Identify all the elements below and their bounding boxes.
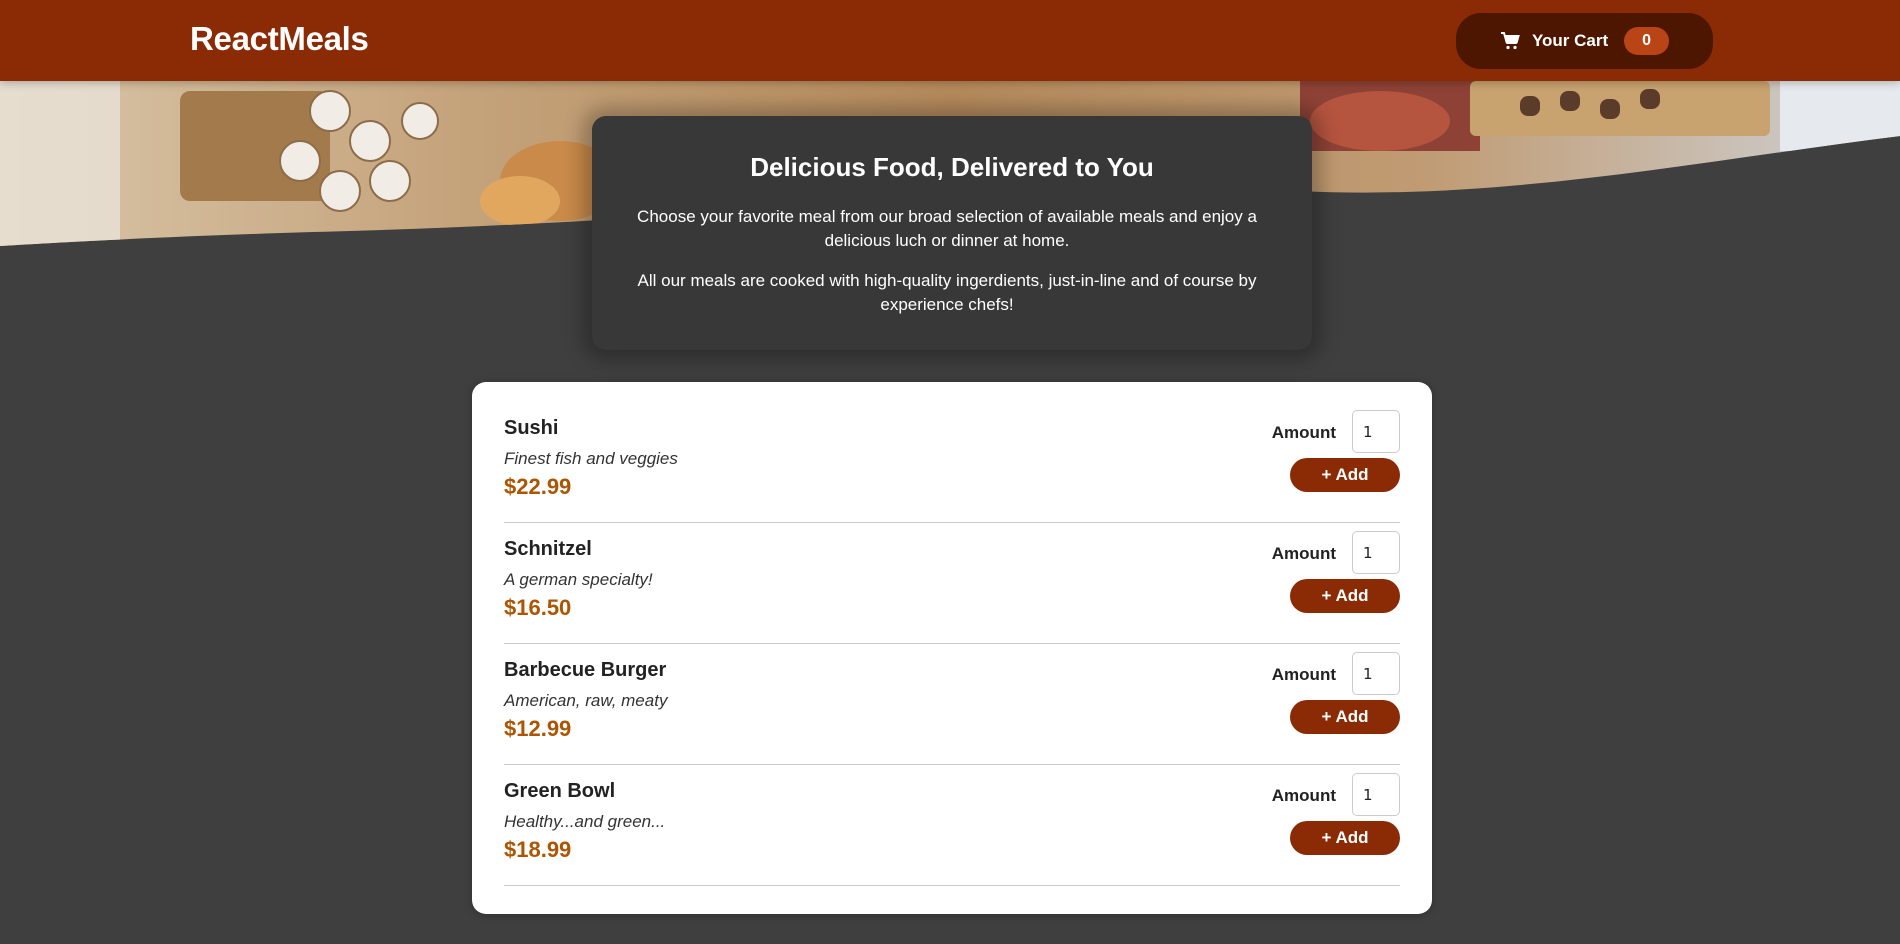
amount-label: Amount xyxy=(1271,544,1336,563)
meal-price: $22.99 xyxy=(504,474,572,499)
meal-price: $12.99 xyxy=(504,716,572,741)
add-to-cart-button[interactable]: + Add xyxy=(1290,579,1400,613)
meal-description: Finest fish and veggies xyxy=(504,449,678,468)
summary-title: Delicious Food, Delivered to You xyxy=(750,152,1154,182)
amount-label: Amount xyxy=(1271,786,1336,805)
meal-item: Sushi Finest fish and veggies $22.99 Amo… xyxy=(504,402,1400,523)
summary-card: Delicious Food, Delivered to You Choose … xyxy=(592,116,1312,350)
meal-description: American, raw, meaty xyxy=(504,691,668,710)
amount-input[interactable] xyxy=(1352,531,1400,574)
meal-name: Sushi xyxy=(504,417,559,439)
amount-input[interactable] xyxy=(1352,410,1400,453)
meal-item: Schnitzel A german specialty! $16.50 Amo… xyxy=(504,523,1400,644)
add-to-cart-button[interactable]: + Add xyxy=(1290,821,1400,855)
meal-price: $18.99 xyxy=(504,837,572,862)
meal-description: A german specialty! xyxy=(504,570,653,589)
amount-label: Amount xyxy=(1271,423,1336,442)
meal-item: Green Bowl Healthy...and green... $18.99… xyxy=(504,765,1400,886)
amount-input[interactable] xyxy=(1352,773,1400,816)
add-to-cart-button[interactable]: + Add xyxy=(1290,458,1400,492)
cart-count-badge: 0 xyxy=(1624,27,1670,55)
meal-name: Schnitzel xyxy=(504,538,592,560)
amount-input[interactable] xyxy=(1352,652,1400,695)
summary-paragraph-2: All our meals are cooked with high-quali… xyxy=(637,271,1257,314)
summary-paragraph-1: Choose your favorite meal from our broad… xyxy=(637,207,1257,250)
app-logo: ReactMeals xyxy=(190,20,369,57)
cart-label: Your Cart xyxy=(1531,31,1609,50)
cart-icon xyxy=(1500,31,1520,51)
app-header: ReactMeals Your Cart 0 xyxy=(0,0,1900,81)
meal-name: Barbecue Burger xyxy=(504,659,667,681)
meal-item: Barbecue Burger American, raw, meaty $12… xyxy=(504,644,1400,765)
cart-button[interactable]: Your Cart 0 xyxy=(1456,13,1713,69)
meal-price: $16.50 xyxy=(504,595,572,620)
add-to-cart-button[interactable]: + Add xyxy=(1290,700,1400,734)
meal-name: Green Bowl xyxy=(504,780,616,802)
meal-description: Healthy...and green... xyxy=(504,812,666,831)
meals-list: Sushi Finest fish and veggies $22.99 Amo… xyxy=(472,382,1432,914)
amount-label: Amount xyxy=(1271,665,1336,684)
